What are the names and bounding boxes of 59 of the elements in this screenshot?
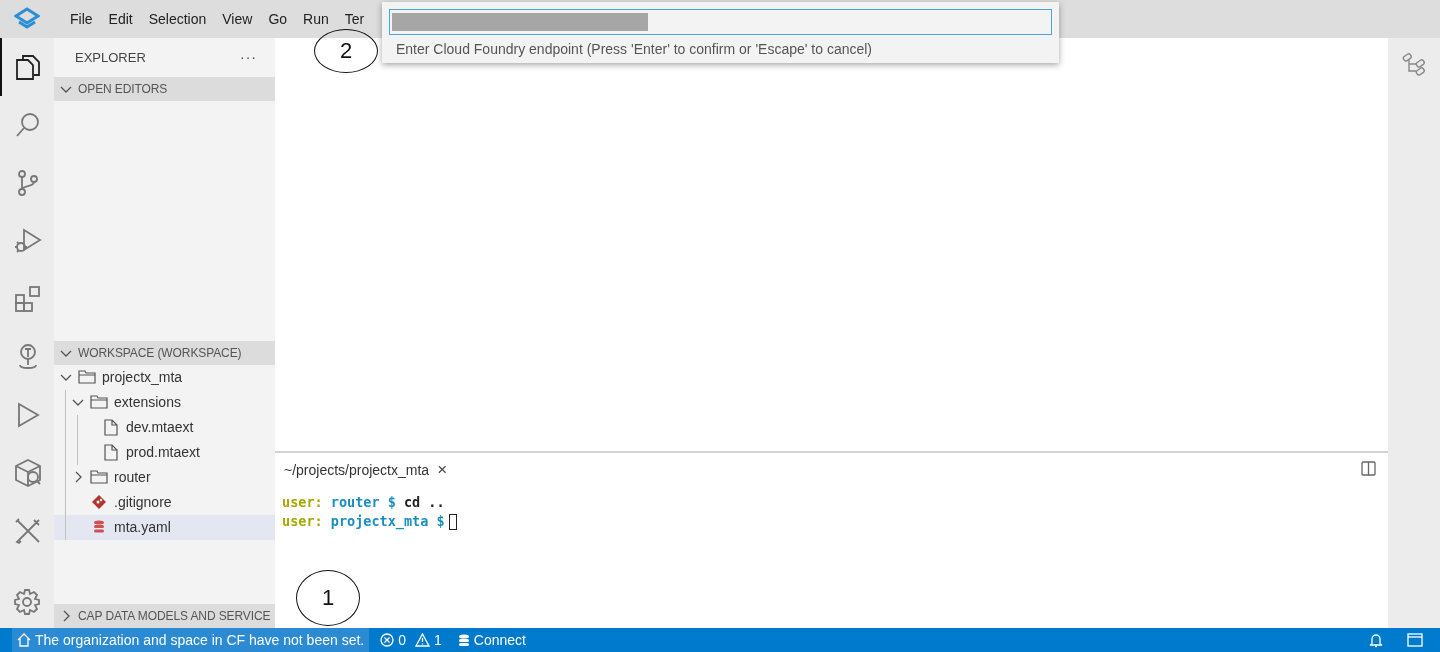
error-icon [380,633,395,647]
terminal-command: cd .. [403,494,445,510]
prompt-path: router $ [330,494,396,510]
terminal-tab[interactable]: ~/projects/projectx_mta × [284,460,448,480]
tree-item[interactable]: router [54,464,275,490]
section-header[interactable]: CAP DATA MODELS AND SERVICE [54,604,275,628]
file-name: mta.yaml [114,519,171,535]
file-name: .gitignore [114,494,172,510]
file-name: extensions [114,394,181,410]
section-title: OPEN EDITORS [78,82,168,96]
close-button[interactable]: × [437,460,448,480]
panel-title: EXPLORER [75,49,146,65]
menu-item[interactable]: Run [295,10,337,28]
file-name: prod.mtaext [126,444,200,460]
logo-icon [14,7,40,31]
tree-item[interactable]: dev.mtaext [54,414,275,440]
tree-item[interactable]: .gitignore [54,489,275,515]
file-icon [104,418,118,436]
prompt-user: user: [282,513,323,529]
connect-button[interactable]: Connect [452,628,531,652]
home-icon [17,633,31,647]
status-message[interactable]: The organization and space in CF have not been set. [12,628,370,652]
problems-indicator[interactable]: 0 1 [375,628,447,652]
settings-icon[interactable] [13,588,41,616]
panel-layout-icon[interactable] [1407,633,1423,647]
file-name: projectx_mta [102,369,183,385]
database-icon [457,633,470,647]
tree-item[interactable]: mta.yaml [54,514,275,540]
database-icon [93,520,105,534]
git-icon [92,495,106,509]
tree-item[interactable]: extensions [54,389,275,415]
more-button[interactable]: ··· [234,48,263,66]
tab-label: ~/projects/projectx_mta [284,462,430,478]
folder-icon [90,470,108,484]
section-title: WORKSPACE (WORKSPACE) [78,345,242,360]
menu-item[interactable]: File [62,10,101,28]
warning-icon [415,633,430,647]
folder-icon [90,395,108,409]
input-field[interactable] [389,9,1052,35]
bell-icon[interactable] [1369,632,1383,648]
tree-item[interactable]: prod.mtaext [54,439,275,465]
prompt-user: user: [282,494,323,510]
nodes-icon[interactable] [1401,52,1427,76]
file-name: dev.mtaext [126,419,194,435]
tree-item[interactable]: projectx_mta [54,364,275,390]
menu-item[interactable]: Edit [100,10,141,28]
folder-icon [78,370,96,384]
menu-item[interactable]: Ter [336,10,373,28]
section-header[interactable]: OPEN EDITORS [54,77,275,101]
prompt-path: projectx_mta $ [330,513,445,529]
section-header[interactable]: WORKSPACE (WORKSPACE) [54,340,275,365]
split-icon[interactable] [1361,460,1376,476]
menu-item[interactable]: Go [260,10,296,28]
menu-item[interactable]: View [214,10,261,28]
prompt-message: Enter Cloud Foundry endpoint (Press 'Enter' to confirm or 'Escape' to cancel) [395,40,874,57]
menu-item[interactable]: Selection [140,10,215,28]
file-icon [104,443,118,461]
file-name: router [114,469,151,485]
section-title: CAP DATA MODELS AND SERVICE [78,609,271,623]
